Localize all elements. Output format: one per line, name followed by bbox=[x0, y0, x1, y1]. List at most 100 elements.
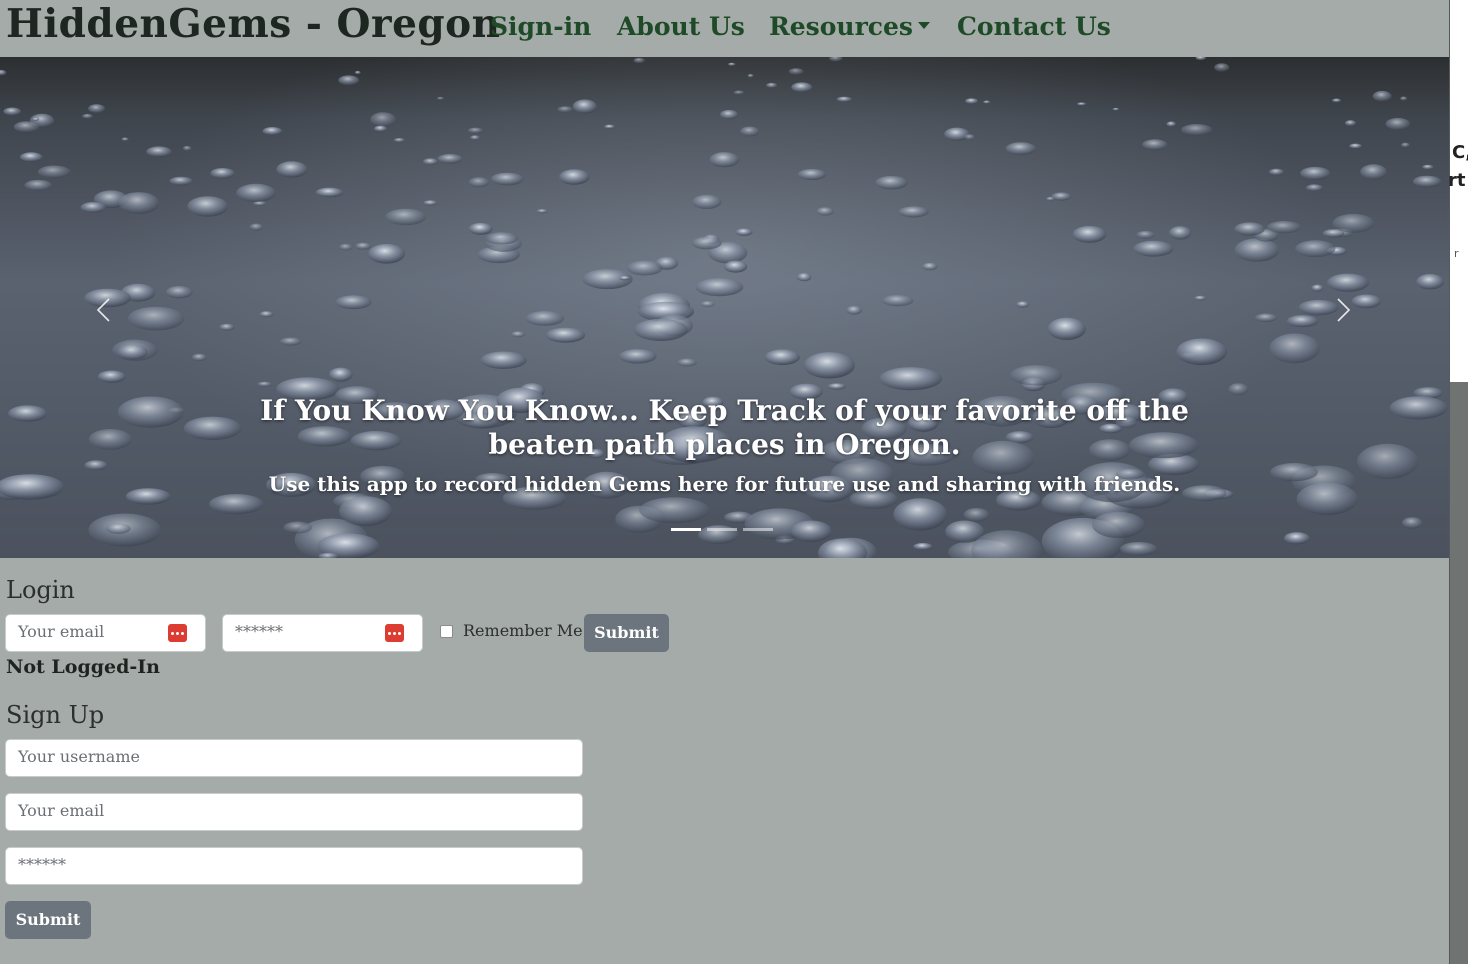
water-drop bbox=[677, 358, 697, 367]
signup-password-input[interactable]: ****** bbox=[5, 847, 583, 885]
signup-email-input[interactable]: Your email bbox=[5, 793, 583, 831]
signup-username-input[interactable]: Your username bbox=[5, 739, 583, 777]
caret-down-icon bbox=[917, 22, 930, 29]
water-drop bbox=[1077, 102, 1087, 106]
water-drop bbox=[965, 98, 978, 104]
water-drop bbox=[182, 145, 192, 151]
carousel-prev-control[interactable] bbox=[90, 295, 120, 325]
water-drop bbox=[695, 278, 744, 297]
background-window-edge: C, rt r bbox=[1448, 0, 1468, 964]
water-drop bbox=[13, 121, 40, 133]
water-drop bbox=[735, 228, 753, 236]
water-drop bbox=[279, 337, 302, 346]
water-drop bbox=[1133, 240, 1174, 257]
water-drop bbox=[1400, 96, 1408, 101]
water-drop bbox=[1120, 542, 1158, 556]
water-drop bbox=[1181, 124, 1213, 136]
signup-submit-button[interactable]: Submit bbox=[5, 901, 91, 939]
water-drop bbox=[1295, 240, 1336, 258]
water-drop bbox=[724, 260, 748, 273]
water-drop bbox=[572, 99, 597, 114]
water-drop bbox=[368, 244, 405, 264]
carousel-indicator-3[interactable] bbox=[743, 528, 773, 531]
water-drop bbox=[374, 125, 387, 132]
water-drop bbox=[893, 498, 948, 531]
water-drop bbox=[283, 521, 313, 534]
water-drop bbox=[827, 383, 846, 390]
login-submit-button[interactable]: Submit bbox=[584, 614, 669, 652]
remember-me-label[interactable]: Remember Me bbox=[463, 621, 583, 640]
water-drop bbox=[1136, 230, 1155, 239]
password-manager-icon[interactable] bbox=[385, 624, 404, 642]
carousel-next-control[interactable] bbox=[1327, 295, 1357, 325]
water-drop bbox=[355, 242, 372, 250]
background-window-text: C, bbox=[1452, 142, 1468, 163]
water-drop bbox=[1005, 142, 1036, 155]
water-drop bbox=[210, 168, 235, 179]
water-drop bbox=[747, 74, 754, 78]
water-drop bbox=[480, 351, 527, 369]
water-drop bbox=[490, 172, 524, 186]
login-password-input[interactable]: ****** bbox=[222, 614, 423, 652]
water-drop bbox=[1269, 333, 1320, 364]
nav-contact-link[interactable]: Contact Us bbox=[957, 12, 1111, 41]
water-drop bbox=[1010, 365, 1063, 386]
water-drop bbox=[816, 207, 834, 216]
nav-signin-link[interactable]: Sign-in bbox=[490, 12, 591, 41]
water-drop bbox=[1332, 98, 1342, 103]
water-drop bbox=[24, 179, 53, 191]
water-drop bbox=[728, 62, 736, 66]
water-drop bbox=[1269, 168, 1284, 176]
water-drop bbox=[468, 177, 490, 188]
water-drop bbox=[618, 349, 657, 364]
login-heading: Login bbox=[6, 576, 75, 604]
water-drop bbox=[913, 542, 933, 551]
carousel-title: If You Know You Know... Keep Track of yo… bbox=[260, 394, 1189, 461]
brand-title[interactable]: HiddenGems - Oregon bbox=[6, 1, 501, 47]
water-drop bbox=[559, 169, 590, 185]
carousel-indicators bbox=[671, 528, 773, 531]
navbar: HiddenGems - Oregon Sign-in About Us Res… bbox=[0, 0, 1449, 57]
water-drop bbox=[618, 276, 631, 281]
nav-resources-dropdown[interactable]: Resources bbox=[769, 12, 930, 41]
water-drop bbox=[20, 152, 43, 162]
water-drop bbox=[146, 146, 172, 157]
carousel-indicator-2[interactable] bbox=[707, 528, 737, 531]
water-drop bbox=[262, 127, 283, 136]
water-drop bbox=[259, 311, 274, 318]
water-drop bbox=[1254, 313, 1278, 322]
password-manager-icon[interactable] bbox=[168, 624, 187, 642]
water-drop bbox=[354, 70, 361, 75]
water-drop bbox=[791, 82, 813, 93]
water-drop bbox=[1401, 142, 1410, 148]
water-drop bbox=[187, 196, 229, 217]
water-drop bbox=[1344, 120, 1357, 127]
water-drop bbox=[803, 352, 856, 379]
login-email-input[interactable]: Your email bbox=[5, 614, 206, 652]
water-drop bbox=[219, 323, 235, 331]
hero-carousel: If You Know You Know... Keep Track of yo… bbox=[0, 57, 1449, 558]
water-drop bbox=[1332, 213, 1375, 233]
water-drop bbox=[766, 82, 778, 88]
carousel-caption: If You Know You Know... Keep Track of yo… bbox=[0, 394, 1449, 496]
water-drop bbox=[117, 344, 148, 360]
water-drop bbox=[82, 113, 93, 119]
water-drop bbox=[1194, 295, 1207, 301]
water-drop bbox=[898, 206, 929, 218]
water-drop bbox=[37, 165, 71, 179]
carousel-indicator-1[interactable] bbox=[671, 528, 701, 531]
water-drop bbox=[118, 192, 159, 214]
water-drop bbox=[875, 176, 908, 190]
water-drop bbox=[764, 349, 800, 366]
carousel-subtitle: Use this app to record hidden Gems here … bbox=[268, 472, 1181, 496]
nav-about-link[interactable]: About Us bbox=[617, 12, 745, 41]
water-drop bbox=[370, 112, 397, 127]
remember-me-checkbox[interactable] bbox=[440, 625, 453, 638]
water-drop bbox=[169, 176, 193, 186]
water-drop bbox=[1385, 117, 1411, 131]
water-drop bbox=[1214, 63, 1230, 72]
chevron-left-icon bbox=[96, 298, 110, 322]
water-drop bbox=[106, 523, 131, 534]
water-drop bbox=[709, 152, 740, 168]
background-window-text: rt bbox=[1448, 170, 1466, 191]
